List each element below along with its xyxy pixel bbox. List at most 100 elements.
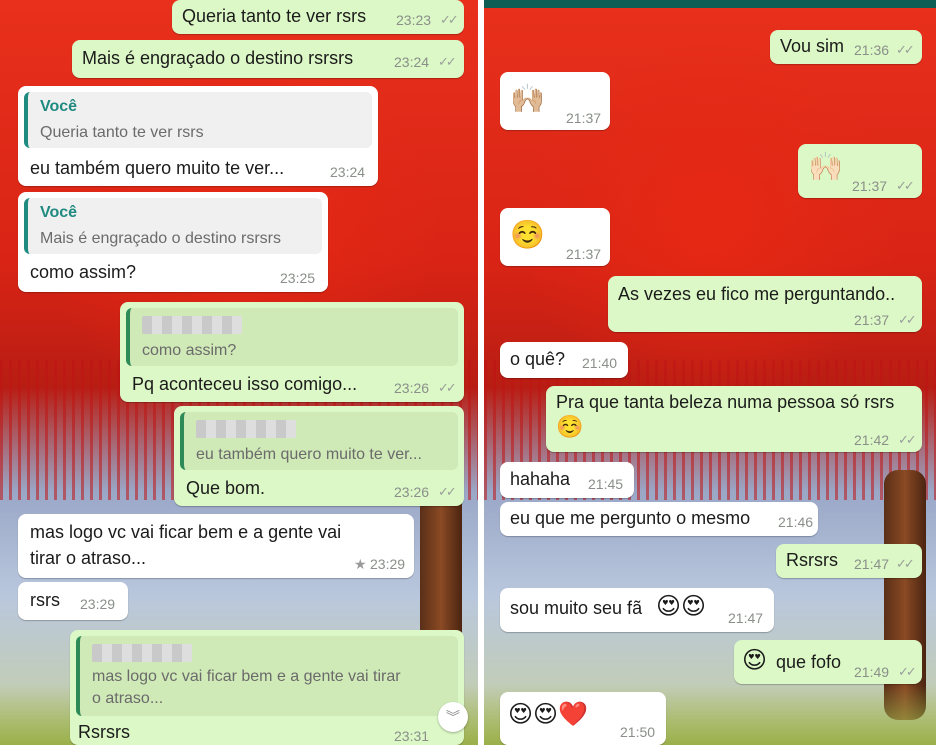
message-text: Mais é engraçado o destino rsrsrs bbox=[82, 48, 354, 68]
message-time: 21:37 bbox=[566, 246, 602, 262]
message-text: eu que me pergunto o mesmo bbox=[510, 508, 751, 528]
message-text: sou muito seu fã bbox=[510, 598, 643, 618]
reply-quote[interactable]: eu também quero muito te ver... bbox=[180, 412, 458, 470]
blurred-sender-name bbox=[92, 644, 192, 662]
message-time: 21:47 bbox=[728, 610, 764, 626]
reply-sender: Você bbox=[40, 204, 78, 221]
double-check-icon: ✓✓ bbox=[898, 664, 917, 679]
message-text: rsrs bbox=[30, 590, 60, 610]
reply-text: Mais é engraçado o destino rsrsrs bbox=[40, 230, 281, 247]
reply-text: Queria tanto te ver rsrs bbox=[40, 124, 204, 141]
message-time: 21:50 bbox=[620, 724, 656, 740]
double-check-icon: ✓✓ bbox=[440, 12, 459, 27]
reply-quote[interactable]: Você Queria tanto te ver rsrs bbox=[24, 92, 372, 148]
message-text: Que bom. bbox=[186, 478, 266, 498]
message-bubble[interactable]: As vezes eu fico me perguntando.. 21:37 … bbox=[608, 276, 922, 332]
header-edge bbox=[484, 0, 936, 8]
message-time: 23:26 bbox=[394, 380, 430, 396]
raised-hands-emoji: 🙌🏼 bbox=[510, 83, 545, 114]
message-bubble[interactable]: 🙌🏻 21:37 ✓✓ bbox=[798, 144, 922, 198]
message-bubble[interactable]: ☺️ 21:37 bbox=[500, 208, 610, 266]
message-bubble[interactable]: 🙌🏼 21:37 bbox=[500, 72, 610, 130]
smiling-emoji: ☺️ bbox=[556, 414, 584, 439]
message-time: 23:24 bbox=[330, 164, 366, 180]
message-text: Pq aconteceu isso comigo... bbox=[132, 374, 358, 394]
reply-sender: Você bbox=[40, 98, 78, 115]
raised-hands-emoji: 🙌🏻 bbox=[808, 151, 843, 182]
message-bubble[interactable]: hahaha 21:45 bbox=[500, 462, 634, 498]
reply-text: eu também quero muito te ver... bbox=[196, 446, 422, 463]
message-bubble[interactable]: Mais é engraçado o destino rsrsrs 23:24 … bbox=[72, 40, 464, 78]
message-time: 23:24 bbox=[394, 54, 430, 70]
message-text: o quê? bbox=[510, 349, 566, 369]
double-check-icon: ✓✓ bbox=[898, 432, 917, 447]
message-text: como assim? bbox=[30, 262, 137, 282]
message-time: 23:26 bbox=[394, 484, 430, 500]
star-icon: ★ bbox=[354, 556, 367, 572]
message-time: 23:23 bbox=[396, 12, 432, 28]
message-bubble[interactable]: eu também quero muito te ver... Que bom.… bbox=[174, 406, 464, 506]
message-text: tirar o atraso... bbox=[30, 548, 147, 568]
message-bubble[interactable]: Você Queria tanto te ver rsrs eu também … bbox=[18, 86, 378, 186]
chat-screenshot-right: Vou sim 21:36 ✓✓ 🙌🏼 21:37 🙌🏻 21:37 ✓✓ ☺️… bbox=[484, 0, 936, 745]
message-bubble[interactable]: mas logo vc vai ficar bem e a gente vai … bbox=[18, 514, 414, 578]
message-time: 21:37 bbox=[566, 110, 602, 126]
message-text: Rsrsrs bbox=[78, 722, 130, 742]
message-time: 21:46 bbox=[778, 514, 814, 530]
message-text: Queria tanto te ver rsrs bbox=[182, 6, 367, 26]
double-check-icon: ✓✓ bbox=[896, 42, 915, 57]
message-bubble[interactable]: 😍😍❤️ 21:50 bbox=[500, 692, 666, 745]
smiling-emoji: ☺️ bbox=[510, 219, 545, 250]
reply-text: como assim? bbox=[142, 342, 237, 359]
message-time: 21:37 bbox=[852, 178, 888, 194]
double-check-icon: ✓✓ bbox=[896, 556, 915, 571]
double-check-icon: ✓✓ bbox=[896, 178, 915, 193]
message-time: 21:47 bbox=[854, 556, 890, 572]
message-bubble[interactable]: eu que me pergunto o mesmo 21:46 bbox=[500, 502, 818, 536]
message-text: As vezes eu fico me perguntando.. bbox=[618, 284, 896, 304]
double-check-icon: ✓✓ bbox=[438, 380, 457, 395]
message-time: 23:29 bbox=[80, 596, 116, 612]
message-time: 21:36 bbox=[854, 42, 890, 58]
message-bubble[interactable]: como assim? Pq aconteceu isso comigo... … bbox=[120, 302, 464, 402]
message-bubble[interactable]: o quê? 21:40 bbox=[500, 342, 628, 378]
heart-eyes-and-heart-emoji: 😍😍❤️ bbox=[508, 701, 588, 728]
double-check-icon: ✓✓ bbox=[438, 54, 457, 69]
double-check-icon: ✓✓ bbox=[438, 484, 457, 499]
reply-text: o atraso... bbox=[92, 690, 164, 707]
message-bubble[interactable]: Queria tanto te ver rsrs 23:23 ✓✓ bbox=[172, 0, 464, 34]
message-text: Vou sim bbox=[780, 36, 845, 56]
message-bubble[interactable]: sou muito seu fã 😍😍 21:47 bbox=[500, 588, 774, 632]
reply-quote[interactable]: como assim? bbox=[126, 308, 458, 366]
message-time: 21:40 bbox=[582, 355, 618, 371]
message-time: 21:42 bbox=[854, 432, 890, 448]
message-text: Pra que tanta beleza numa pessoa só rsrs bbox=[556, 392, 895, 412]
reply-quote[interactable]: mas logo vc vai ficar bem e a gente vai … bbox=[76, 636, 458, 716]
message-text: Rsrsrs bbox=[786, 550, 838, 570]
message-text: que fofo bbox=[776, 652, 842, 672]
message-bubble[interactable]: 😍 que fofo 21:49 ✓✓ bbox=[734, 640, 922, 684]
message-time: 23:25 bbox=[280, 270, 316, 286]
reply-text: mas logo vc vai ficar bem e a gente vai … bbox=[92, 668, 401, 685]
message-bubble[interactable]: Pra que tanta beleza numa pessoa só rsrs… bbox=[546, 386, 922, 452]
blurred-sender-name bbox=[142, 316, 242, 334]
message-bubble[interactable]: rsrs 23:29 bbox=[18, 582, 128, 620]
scroll-down-icon[interactable]: ︾ bbox=[438, 702, 468, 732]
message-bubble[interactable]: Rsrsrs 21:47 ✓✓ bbox=[776, 544, 922, 578]
message-time: 21:37 bbox=[854, 312, 890, 328]
chat-screenshot-left: Queria tanto te ver rsrs 23:23 ✓✓ Mais é… bbox=[0, 0, 478, 745]
message-time: 23:31 bbox=[394, 728, 430, 744]
message-time: 21:45 bbox=[588, 476, 624, 492]
message-bubble[interactable]: mas logo vc vai ficar bem e a gente vai … bbox=[70, 630, 464, 745]
double-check-icon: ✓✓ bbox=[898, 312, 917, 327]
message-text: mas logo vc vai ficar bem e a gente vai bbox=[30, 522, 342, 542]
reply-quote[interactable]: Você Mais é engraçado o destino rsrsrs bbox=[24, 198, 322, 254]
heart-eyes-emoji: 😍😍 bbox=[656, 593, 707, 620]
message-time: 21:49 bbox=[854, 664, 890, 680]
message-text: eu também quero muito te ver... bbox=[30, 158, 285, 178]
message-text: hahaha bbox=[510, 469, 571, 489]
message-bubble[interactable]: Você Mais é engraçado o destino rsrsrs c… bbox=[18, 192, 328, 292]
message-bubble[interactable]: Vou sim 21:36 ✓✓ bbox=[770, 30, 922, 64]
heart-eyes-emoji: 😍 bbox=[742, 647, 768, 674]
message-time: 23:29 bbox=[370, 556, 406, 572]
